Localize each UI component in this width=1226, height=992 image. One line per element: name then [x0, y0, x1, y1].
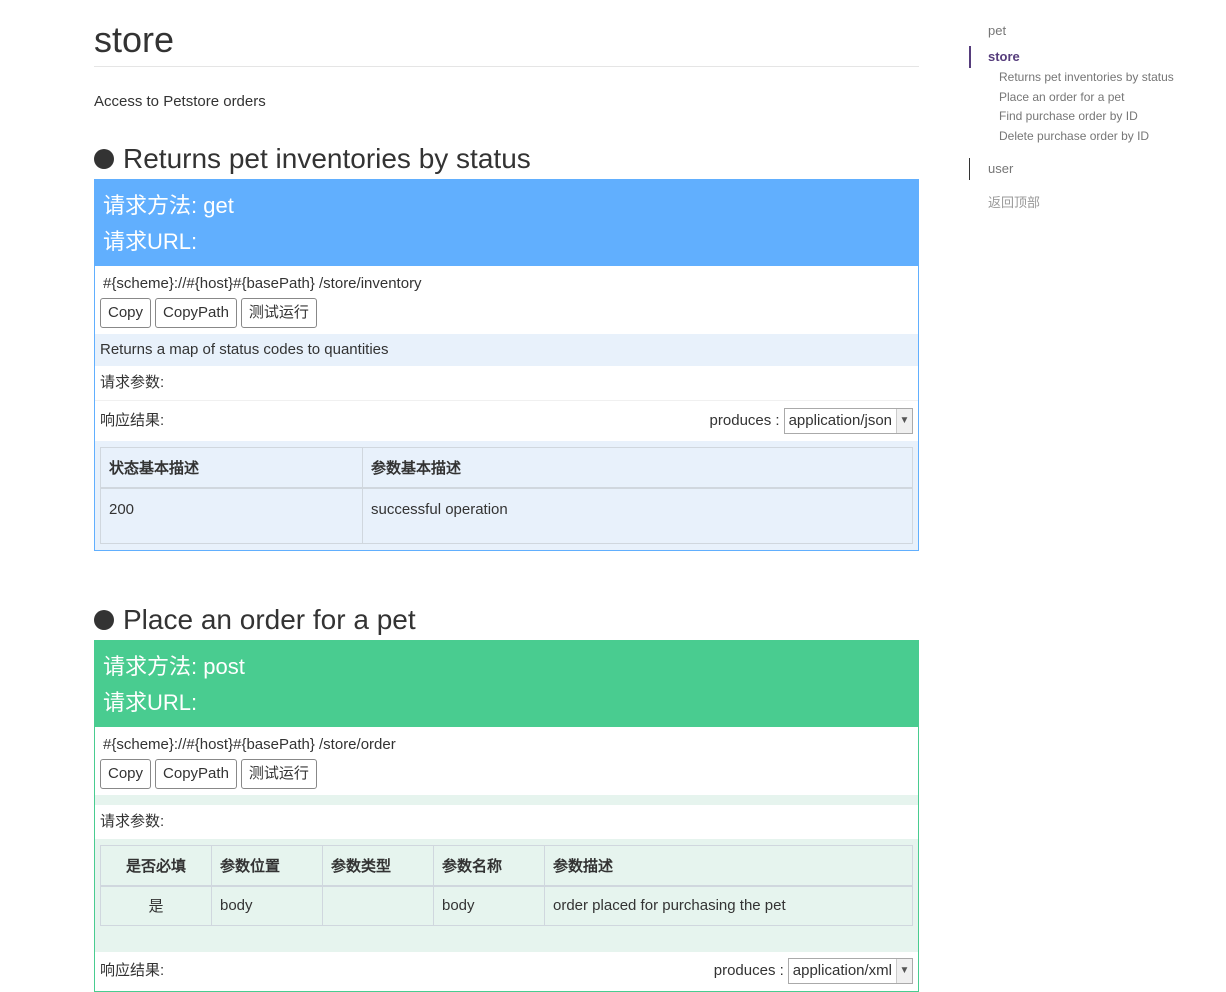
table-cell: 是 [100, 885, 212, 926]
page-description: Access to Petstore orders [94, 93, 266, 110]
table-cell: order placed for purchasing the pet [544, 885, 913, 926]
url-text: #{scheme}://#{host}#{basePath} /store/in… [103, 275, 422, 292]
produces-label: produces : [713, 962, 784, 979]
produces-select[interactable]: application/json ▼ [783, 408, 913, 434]
operation-title-text: Place an order for a pet [123, 604, 416, 635]
operation-place-order: Place an order for a pet 请求方法: post 请求UR… [94, 600, 919, 992]
sidebar-subitem[interactable]: Place an order for a pet [969, 88, 1209, 108]
sidebar-item-user[interactable]: user [969, 158, 1209, 180]
table-header: 参数基本描述 [362, 447, 913, 489]
test-run-button[interactable]: 测试运行 [240, 759, 317, 789]
panel-header: 请求方法: get 请求URL: [95, 180, 918, 266]
operation-panel: 请求方法: get 请求URL: #{scheme}://#{host}#{ba… [94, 179, 919, 551]
sidebar-subitem[interactable]: Returns pet inventories by status [969, 68, 1209, 88]
table-cell: body [211, 885, 323, 926]
response-table: 状态基本描述 参数基本描述 200 successful operation [100, 447, 913, 544]
params-table: 是否必填 参数位置 参数类型 参数名称 参数描述 是 body body ord… [100, 845, 913, 926]
bullet-icon [94, 610, 114, 630]
sidebar-item-store[interactable]: store [969, 46, 1209, 68]
operation-get-inventory: Returns pet inventories by status 请求方法: … [94, 139, 919, 551]
url-text: #{scheme}://#{host}#{basePath} /store/or… [103, 736, 396, 753]
chevron-down-icon: ▼ [896, 409, 912, 433]
method-line: 请求方法: get [103, 193, 234, 218]
table-row: 200 successful operation [100, 487, 913, 544]
produces-group: produces : application/json ▼ [710, 408, 913, 434]
table-header-row: 状态基本描述 参数基本描述 [100, 447, 913, 489]
operation-title: Place an order for a pet [94, 600, 919, 640]
operation-title-text: Returns pet inventories by status [123, 143, 531, 174]
response-row: 响应结果: produces : application/xml ▼ [95, 952, 918, 991]
sidebar-subitem[interactable]: Find purchase order by ID [969, 107, 1209, 127]
test-run-button[interactable]: 测试运行 [240, 298, 317, 328]
table-cell: body [433, 885, 545, 926]
bullet-icon [94, 149, 114, 169]
params-label: 请求参数: [100, 813, 165, 830]
produces-select[interactable]: application/xml ▼ [787, 958, 913, 984]
table-cell [322, 885, 434, 926]
button-group: Copy CopyPath 测试运行 [100, 759, 913, 789]
table-row: 是 body body order placed for purchasing … [100, 885, 913, 926]
table-header: 参数位置 [211, 845, 323, 887]
table-header: 参数描述 [544, 845, 913, 887]
copy-path-button[interactable]: CopyPath [155, 759, 237, 789]
table-header: 参数类型 [322, 845, 434, 887]
method-line: 请求方法: post [103, 654, 245, 679]
params-row: 请求参数: [95, 366, 918, 401]
url-label: 请求URL: [103, 229, 198, 254]
table-cell: successful operation [362, 487, 913, 544]
params-row: 请求参数: [95, 805, 918, 839]
produces-value: application/json [788, 412, 892, 429]
copy-button[interactable]: Copy [100, 759, 152, 789]
table-header: 是否必填 [100, 845, 212, 887]
response-row: 响应结果: produces : application/json ▼ [95, 401, 918, 441]
params-table-wrap: 是否必填 参数位置 参数类型 参数名称 参数描述 是 body body ord… [95, 839, 918, 952]
response-table-wrap: 状态基本描述 参数基本描述 200 successful operation [95, 441, 918, 550]
chevron-down-icon: ▼ [896, 959, 912, 983]
operation-summary: Returns a map of status codes to quantit… [95, 334, 918, 366]
produces-label: produces : [709, 412, 780, 429]
table-header: 状态基本描述 [100, 447, 363, 489]
produces-group: produces : application/xml ▼ [714, 958, 913, 984]
back-to-top-link[interactable]: 返回顶部 [969, 192, 1209, 214]
produces-value: application/xml [792, 962, 892, 979]
sidebar-item-pet[interactable]: pet [969, 20, 1209, 42]
operation-panel: 请求方法: post 请求URL: #{scheme}://#{host}#{b… [94, 640, 919, 992]
copy-button[interactable]: Copy [100, 298, 152, 328]
copy-path-button[interactable]: CopyPath [155, 298, 237, 328]
operation-title: Returns pet inventories by status [94, 139, 919, 179]
sidebar-subitem[interactable]: Delete purchase order by ID [969, 127, 1209, 147]
url-block: #{scheme}://#{host}#{basePath} /store/in… [95, 266, 918, 334]
panel-header: 请求方法: post 请求URL: [95, 641, 918, 727]
table-header-row: 是否必填 参数位置 参数类型 参数名称 参数描述 [100, 845, 913, 887]
url-label: 请求URL: [103, 690, 198, 715]
url-block: #{scheme}://#{host}#{basePath} /store/or… [95, 727, 918, 795]
page-title: store [94, 20, 919, 67]
table-cell: 200 [100, 487, 363, 544]
main-content: store Access to Petstore orders Returns … [94, 0, 919, 992]
table-header: 参数名称 [433, 845, 545, 887]
sidebar-nav: pet store Returns pet inventories by sta… [969, 20, 1209, 214]
response-label: 响应结果: [100, 962, 165, 979]
params-label: 请求参数: [100, 374, 165, 391]
summary-spacer [95, 795, 918, 805]
button-group: Copy CopyPath 测试运行 [100, 298, 913, 328]
response-label: 响应结果: [100, 412, 165, 429]
